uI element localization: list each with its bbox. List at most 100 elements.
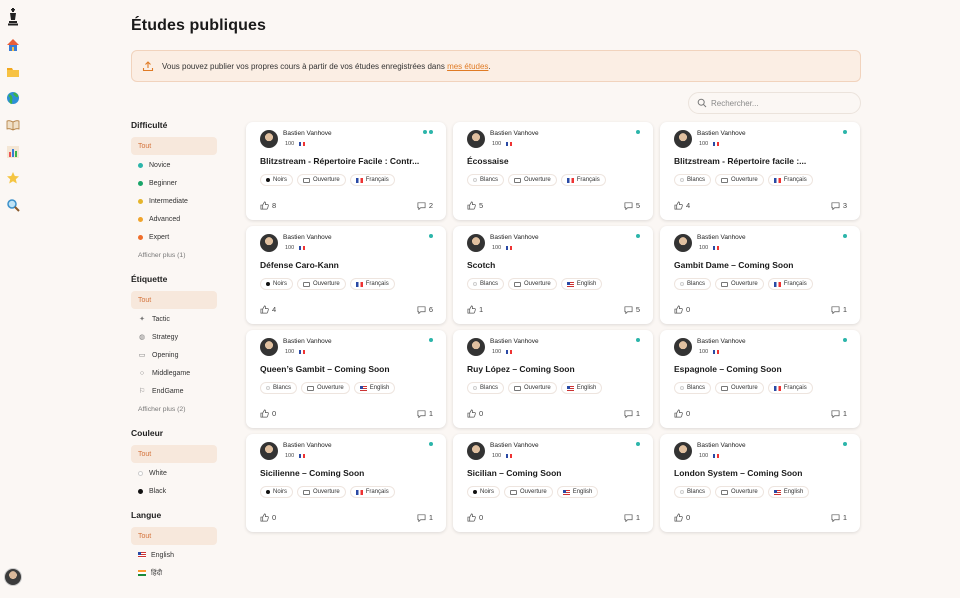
study-card[interactable]: Bastien Vanhove 100 Blitzstream - Répert… bbox=[660, 122, 860, 220]
fr-flag-icon bbox=[773, 281, 781, 287]
comment-book-icon bbox=[624, 202, 633, 210]
fr-flag-icon bbox=[713, 246, 720, 250]
author-meta: 100 bbox=[699, 453, 720, 459]
language-all[interactable]: Tout bbox=[131, 527, 217, 545]
study-title[interactable]: Sicilienne – Coming Soon bbox=[260, 468, 364, 478]
comments-count[interactable]: 3 bbox=[831, 201, 847, 210]
study-card[interactable]: Bastien Vanhove 100 Espagnole – Coming S… bbox=[660, 330, 860, 428]
tag-opening[interactable]: ▭ Opening bbox=[131, 346, 221, 364]
study-title[interactable]: Défense Caro-Kann bbox=[260, 260, 339, 270]
difficulty-novice[interactable]: Novice bbox=[131, 156, 221, 174]
study-card[interactable]: Bastien Vanhove 100 London System – Comi… bbox=[660, 434, 860, 532]
difficulty-beginner[interactable]: Beginner bbox=[131, 174, 221, 192]
study-title[interactable]: Écossaise bbox=[467, 156, 509, 166]
difficulty-all[interactable]: Tout bbox=[131, 137, 217, 155]
color-black[interactable]: Black bbox=[131, 482, 221, 500]
home-icon[interactable] bbox=[6, 38, 20, 52]
tag-endgame[interactable]: ⚐ EndGame bbox=[131, 382, 221, 400]
comment-book-icon bbox=[624, 306, 633, 314]
folder-icon[interactable] bbox=[6, 65, 20, 79]
likes-count[interactable]: 0 bbox=[467, 513, 483, 522]
globe-icon[interactable] bbox=[6, 91, 20, 105]
likes-count[interactable]: 0 bbox=[674, 513, 690, 522]
banner-suffix: . bbox=[488, 61, 491, 71]
comments-count[interactable]: 5 bbox=[624, 201, 640, 210]
study-title[interactable]: Blitzstream - Répertoire Facile : Contr.… bbox=[260, 156, 419, 166]
search-icon[interactable] bbox=[6, 198, 20, 212]
study-title[interactable]: London System – Coming Soon bbox=[674, 468, 802, 478]
language-tag: Français bbox=[349, 486, 395, 498]
study-card[interactable]: Bastien Vanhove 100 Sicilienne – Coming … bbox=[246, 434, 446, 532]
likes-count[interactable]: 5 bbox=[467, 201, 483, 210]
status-indicator bbox=[429, 338, 433, 342]
study-title[interactable]: Gambit Dame – Coming Soon bbox=[674, 260, 794, 270]
study-card[interactable]: Bastien Vanhove 100 Scotch Blancs Ouvert… bbox=[453, 226, 653, 324]
white-piece-icon bbox=[680, 490, 684, 494]
comments-count[interactable]: 1 bbox=[624, 513, 640, 522]
likes-count[interactable]: 0 bbox=[260, 513, 276, 522]
likes-count[interactable]: 1 bbox=[467, 305, 483, 314]
likes-count[interactable]: 8 bbox=[260, 201, 276, 210]
language-english[interactable]: English bbox=[131, 546, 221, 564]
study-title[interactable]: Scotch bbox=[467, 260, 495, 270]
comments-count[interactable]: 2 bbox=[417, 201, 433, 210]
study-title[interactable]: Blitzstream - Répertoire facile :... bbox=[674, 156, 806, 166]
study-title[interactable]: Ruy López – Coming Soon bbox=[467, 364, 575, 374]
search-input[interactable] bbox=[711, 98, 851, 108]
comments-count[interactable]: 1 bbox=[624, 409, 640, 418]
author-name: Bastien Vanhove bbox=[697, 130, 746, 137]
study-title[interactable]: Sicilian – Coming Soon bbox=[467, 468, 561, 478]
author-name: Bastien Vanhove bbox=[283, 130, 332, 137]
tag-strategy[interactable]: ◍ Strategy bbox=[131, 328, 221, 346]
comments-count[interactable]: 1 bbox=[831, 513, 847, 522]
author-rating: 100 bbox=[285, 453, 295, 459]
fr-flag-icon bbox=[506, 454, 513, 458]
study-card[interactable]: Bastien Vanhove 100 Écossaise Blancs Ouv… bbox=[453, 122, 653, 220]
difficulty-advanced[interactable]: Advanced bbox=[131, 210, 221, 228]
study-card[interactable]: Bastien Vanhove 100 Gambit Dame – Coming… bbox=[660, 226, 860, 324]
study-card[interactable]: Bastien Vanhove 100 Blitzstream - Répert… bbox=[246, 122, 446, 220]
comments-count[interactable]: 1 bbox=[417, 409, 433, 418]
study-title[interactable]: Queen’s Gambit – Coming Soon bbox=[260, 364, 390, 374]
type-tag: Ouverture bbox=[715, 382, 764, 394]
author-name: Bastien Vanhove bbox=[283, 442, 332, 449]
status-dot bbox=[636, 234, 640, 238]
likes-count[interactable]: 0 bbox=[260, 409, 276, 418]
comments-count[interactable]: 6 bbox=[417, 305, 433, 314]
comments-count[interactable]: 1 bbox=[831, 305, 847, 314]
tag-tactic[interactable]: ✦ Tactic bbox=[131, 310, 221, 328]
likes-count[interactable]: 4 bbox=[260, 305, 276, 314]
study-card[interactable]: Bastien Vanhove 100 Queen’s Gambit – Com… bbox=[246, 330, 446, 428]
comments-count[interactable]: 5 bbox=[624, 305, 640, 314]
tag-show-more[interactable]: Afficher plus (2) bbox=[131, 400, 221, 418]
study-card[interactable]: Bastien Vanhove 100 Ruy López – Coming S… bbox=[453, 330, 653, 428]
user-avatar[interactable] bbox=[4, 568, 22, 586]
language-tag: English bbox=[560, 278, 603, 290]
chess-king-icon[interactable] bbox=[7, 8, 19, 26]
likes-count[interactable]: 0 bbox=[674, 305, 690, 314]
author-rating: 100 bbox=[285, 141, 295, 147]
tag-middlegame[interactable]: ○ Middlegame bbox=[131, 364, 221, 382]
study-card[interactable]: Bastien Vanhove 100 Défense Caro-Kann No… bbox=[246, 226, 446, 324]
my-studies-link[interactable]: mes études bbox=[447, 62, 488, 71]
study-card[interactable]: Bastien Vanhove 100 Sicilian – Coming So… bbox=[453, 434, 653, 532]
color-all[interactable]: Tout bbox=[131, 445, 217, 463]
search-box[interactable] bbox=[688, 92, 861, 114]
comments-count[interactable]: 1 bbox=[417, 513, 433, 522]
likes-count[interactable]: 4 bbox=[674, 201, 690, 210]
opening-book-icon bbox=[307, 385, 315, 391]
language-tag: Français bbox=[560, 174, 606, 186]
color-white[interactable]: White bbox=[131, 464, 221, 482]
tag-all[interactable]: Tout bbox=[131, 291, 217, 309]
book-icon[interactable] bbox=[6, 118, 20, 132]
difficulty-expert[interactable]: Expert bbox=[131, 228, 221, 246]
comments-count[interactable]: 1 bbox=[831, 409, 847, 418]
difficulty-show-more[interactable]: Afficher plus (1) bbox=[131, 246, 221, 264]
star-icon[interactable] bbox=[6, 171, 20, 185]
chart-icon[interactable] bbox=[6, 145, 20, 159]
study-title[interactable]: Espagnole – Coming Soon bbox=[674, 364, 782, 374]
likes-count[interactable]: 0 bbox=[467, 409, 483, 418]
language-hindi[interactable]: हिंदी bbox=[131, 564, 221, 582]
difficulty-intermediate[interactable]: Intermediate bbox=[131, 192, 221, 210]
likes-count[interactable]: 0 bbox=[674, 409, 690, 418]
